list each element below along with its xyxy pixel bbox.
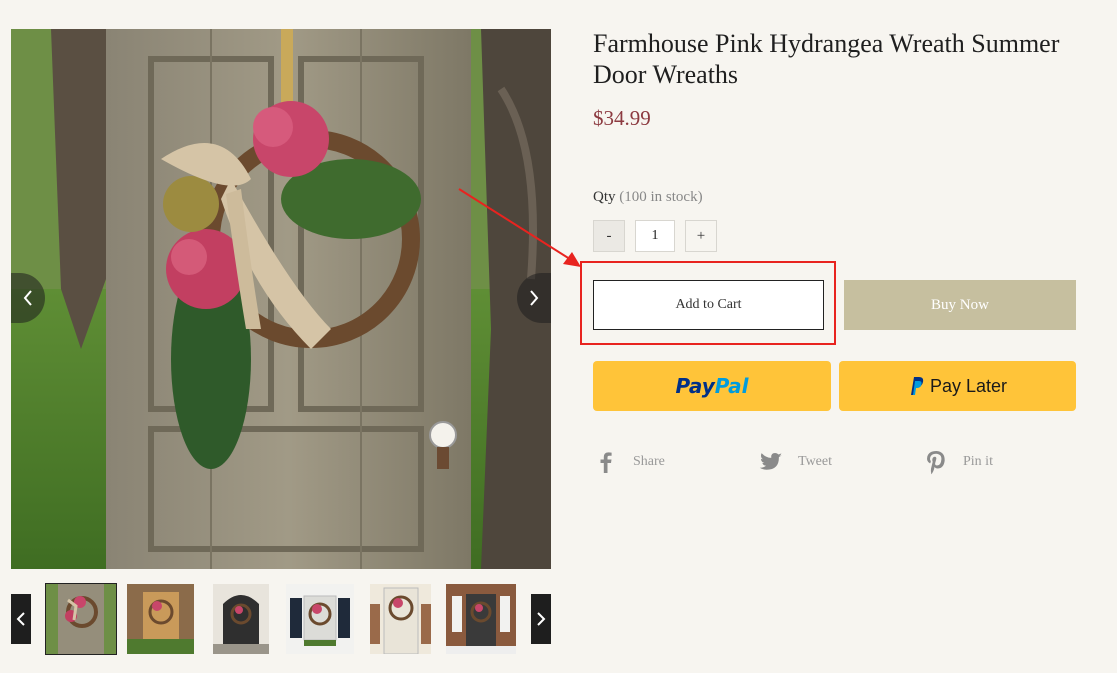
share-twitter-link[interactable]: Tweet [758,448,832,476]
stock-count: (100 in stock) [619,189,703,205]
buy-now-button[interactable]: Buy Now [844,280,1076,330]
quantity-increase-button[interactable]: + [685,220,717,252]
chevron-left-icon [23,290,32,306]
twitter-icon [759,453,782,470]
thumbnail-strip [11,583,551,655]
thumbnail-prev-button[interactable] [11,594,31,644]
facebook-icon [600,452,612,473]
chevron-right-icon [530,290,539,306]
share-pinterest-label: Pin it [963,454,993,469]
pay-later-label: Pay Later [929,375,1008,396]
add-to-cart-button[interactable]: Add to Cart [593,280,824,330]
quantity-label: Qty (100 in stock) [593,189,703,206]
paypal-button[interactable]: Pay Pal [593,361,831,411]
thumbnail-6[interactable] [446,584,516,654]
share-pinterest-link[interactable]: Pin it [923,448,993,476]
paypal-logo-pal: Pal [714,374,749,398]
thumbnail-4[interactable] [286,584,354,654]
chevron-left-icon [16,612,25,626]
share-facebook-label: Share [633,454,665,469]
pinterest-icon [927,451,945,475]
thumbnail-1[interactable] [45,583,117,655]
thumbnail-next-button[interactable] [531,594,551,644]
quantity-decrease-button[interactable]: - [593,220,625,252]
paypal-logo-pay: Pay [675,374,715,398]
thumbnail-2[interactable] [127,584,194,654]
paypal-p-icon [910,377,924,395]
product-main-image [11,29,551,569]
product-price: $34.99 [593,106,651,130]
share-twitter-label: Tweet [798,454,833,469]
thumbnail-3[interactable] [213,584,269,654]
thumbnail-5[interactable] [370,584,431,654]
chevron-right-icon [537,612,546,626]
pay-later-button[interactable]: Pay Later [839,361,1076,411]
product-title: Farmhouse Pink Hydrangea Wreath Summer D… [593,29,1060,89]
quantity-label-text: Qty [593,189,616,205]
share-facebook-link[interactable]: Share [593,448,665,476]
quantity-input[interactable] [635,220,675,252]
